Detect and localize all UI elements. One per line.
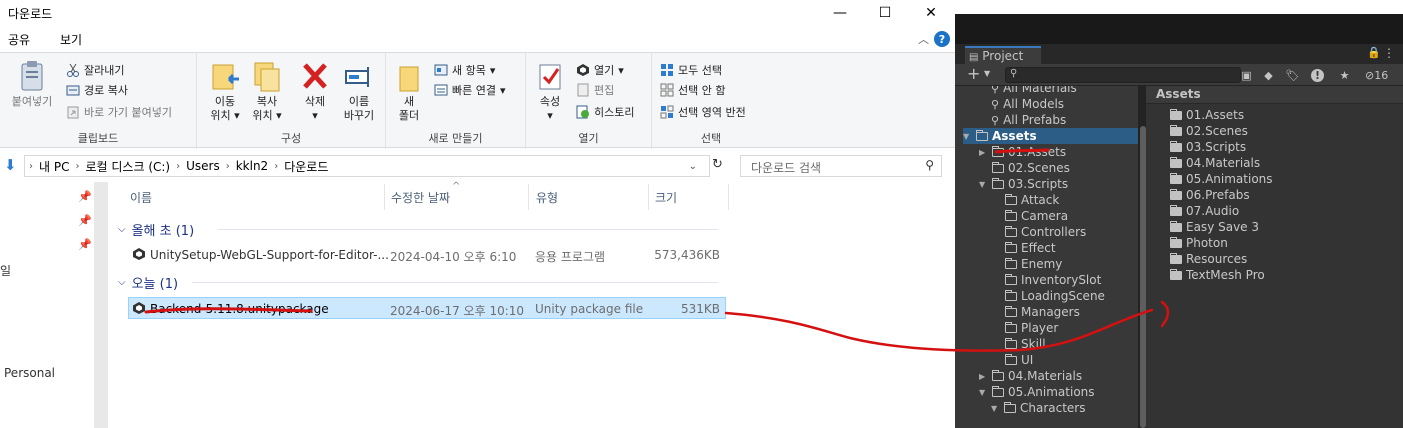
underline-annotation <box>144 307 313 314</box>
drag-arrow-annotation <box>724 308 1154 352</box>
arrowhead-annotation <box>1160 300 1170 328</box>
assets-underline-annotation <box>994 148 1050 154</box>
red-annotation-overlay <box>144 148 1170 352</box>
